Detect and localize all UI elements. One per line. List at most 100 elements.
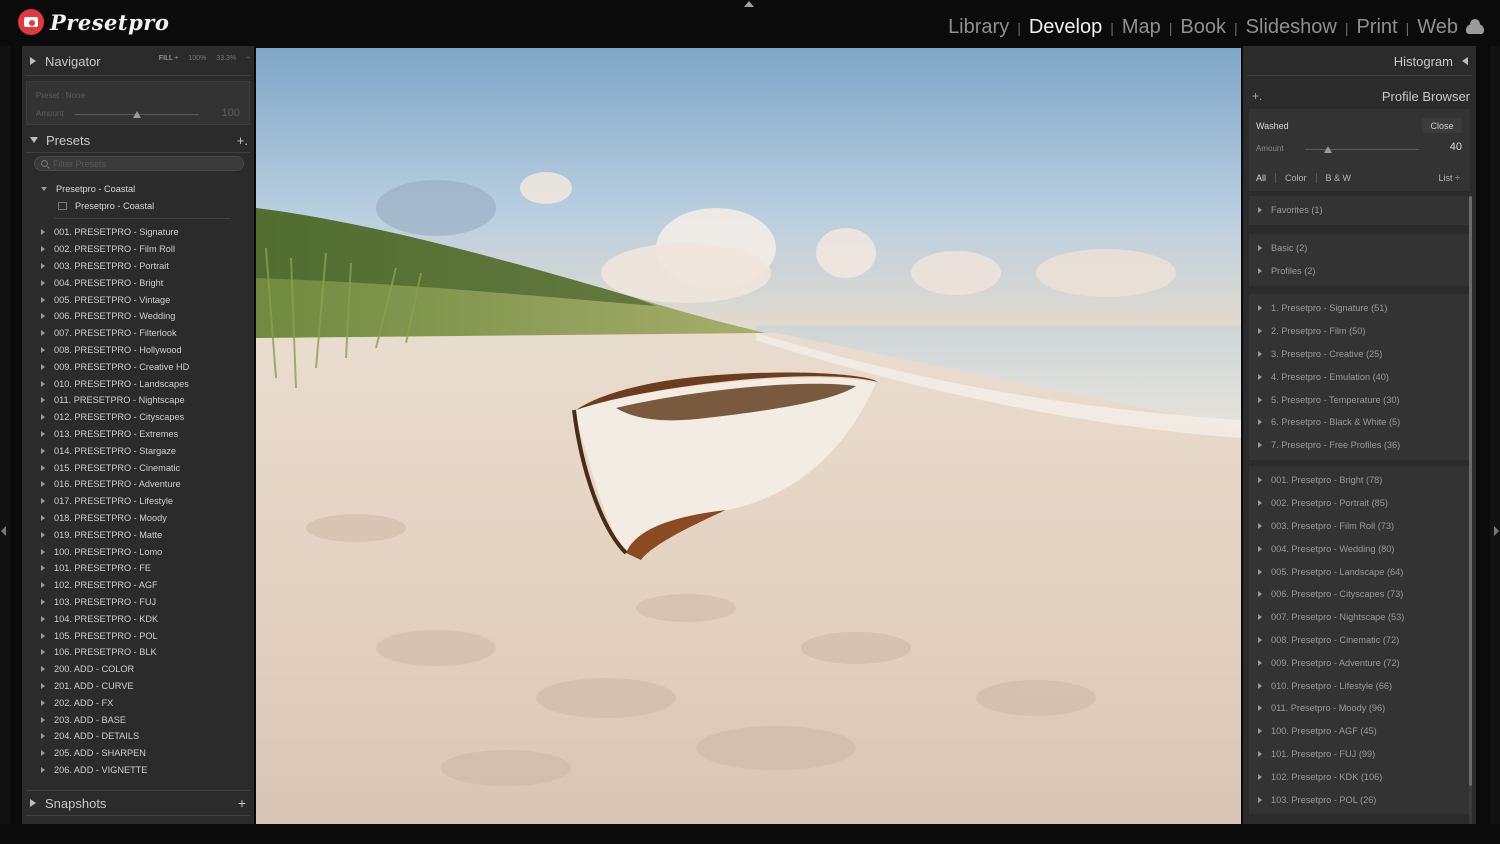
preset-folder[interactable]: 005. PRESETPRO - Vintage xyxy=(22,291,254,308)
right-panel-edge[interactable] xyxy=(1490,46,1500,824)
profile-group-item[interactable]: 004. Presetpro - Wedding (80) xyxy=(1249,537,1470,560)
zoom-more[interactable]: ÷ xyxy=(246,55,250,62)
preset-folder[interactable]: 104. PRESETPRO - KDK xyxy=(22,610,254,627)
module-slideshow[interactable]: Slideshow xyxy=(1246,16,1337,39)
preset-folder[interactable]: 201. ADD - CURVE xyxy=(22,678,254,695)
scrollbar[interactable] xyxy=(1469,196,1472,836)
tab-color[interactable]: Color xyxy=(1285,173,1307,183)
preset-folder[interactable]: 103. PRESETPRO - FUJ xyxy=(22,594,254,611)
profile-group-item[interactable]: 5. Presetpro - Temperature (30) xyxy=(1249,388,1470,411)
preset-folder[interactable]: 002. PRESETPRO - Film Roll xyxy=(22,241,254,258)
preset-folder[interactable]: 009. PRESETPRO - Creative HD xyxy=(22,358,254,375)
preset-folder[interactable]: 205. ADD - SHARPEN xyxy=(22,745,254,762)
filter-presets-input[interactable] xyxy=(53,158,233,169)
preset-folder[interactable]: 013. PRESETPRO - Extremes xyxy=(22,426,254,443)
preset-folder[interactable]: 011. PRESETPRO - Nightscape xyxy=(22,392,254,409)
profile-group-item[interactable]: 2. Presetpro - Film (50) xyxy=(1249,320,1470,343)
preset-folder[interactable]: 018. PRESETPRO - Moody xyxy=(22,510,254,527)
module-library[interactable]: Library xyxy=(948,16,1009,39)
snapshots-header[interactable]: Snapshots + xyxy=(22,790,254,816)
right-panel: Histogram +. Profile Browser Washed Clos… xyxy=(1243,46,1476,836)
preset-folder[interactable]: 106. PRESETPRO - BLK xyxy=(22,644,254,661)
profile-group-item[interactable]: 002. Presetpro - Portrait (85) xyxy=(1249,492,1470,515)
profile-group-item[interactable]: 4. Presetpro - Emulation (40) xyxy=(1249,365,1470,388)
preset-folder[interactable]: 003. PRESETPRO - Portrait xyxy=(22,258,254,275)
module-web[interactable]: Web xyxy=(1417,16,1458,39)
preset-folder-label: 003. PRESETPRO - Portrait xyxy=(54,260,169,271)
preset-folder[interactable]: 012. PRESETPRO - Cityscapes xyxy=(22,409,254,426)
collapse-top-panel-icon[interactable] xyxy=(744,1,754,7)
preset-folder[interactable]: 203. ADD - BASE xyxy=(22,711,254,728)
profile-group-item[interactable]: 7. Presetpro - Free Profiles (36) xyxy=(1249,434,1470,457)
preset-folder[interactable]: 100. PRESETPRO - Lomo xyxy=(22,543,254,560)
profile-group-item[interactable]: Favorites (1) xyxy=(1249,199,1470,222)
profile-group-item[interactable]: 008. Presetpro - Cinematic (72) xyxy=(1249,629,1470,652)
add-preset-button[interactable]: +. xyxy=(237,133,248,148)
preset-folder[interactable]: 008. PRESETPRO - Hollywood xyxy=(22,342,254,359)
cloud-sync-icon[interactable] xyxy=(1466,19,1484,34)
tab-all[interactable]: All xyxy=(1256,173,1266,183)
profile-amount-track[interactable] xyxy=(1305,149,1419,150)
view-mode-select[interactable]: List ÷ xyxy=(1439,173,1460,183)
preset-folder[interactable]: 101. PRESETPRO - FE xyxy=(22,560,254,577)
preset-folder[interactable]: 202. ADD - FX xyxy=(22,694,254,711)
profile-group-item[interactable]: 100. Presetpro - AGF (45) xyxy=(1249,720,1470,743)
preset-folder[interactable]: 006. PRESETPRO - Wedding xyxy=(22,308,254,325)
profile-group-item[interactable]: 010. Presetpro - Lifestyle (66) xyxy=(1249,674,1470,697)
zoom-33[interactable]: 33.3% xyxy=(216,55,236,62)
profile-group-label: 001. Presetpro - Bright (78) xyxy=(1271,475,1383,486)
presets-header[interactable]: Presets +. xyxy=(22,127,254,153)
zoom-fill[interactable]: FILL ÷ xyxy=(159,55,179,62)
profile-amount-knob[interactable] xyxy=(1323,146,1332,153)
profile-group-item[interactable]: 003. Presetpro - Film Roll (73) xyxy=(1249,515,1470,538)
add-profile-button[interactable]: +. xyxy=(1252,89,1262,103)
left-panel-edge[interactable] xyxy=(0,46,10,824)
profile-group-item[interactable]: Profiles (2) xyxy=(1249,260,1470,283)
preset-folder[interactable]: 016. PRESETPRO - Adventure xyxy=(22,476,254,493)
module-book[interactable]: Book xyxy=(1180,16,1226,39)
profile-group-item[interactable]: 1. Presetpro - Signature (51) xyxy=(1249,297,1470,320)
histogram-header[interactable]: Histogram xyxy=(1243,48,1476,74)
zoom-100[interactable]: 100% xyxy=(188,55,206,62)
add-snapshot-button[interactable]: + xyxy=(238,795,246,811)
profile-group-item[interactable]: 101. Presetpro - FUJ (99) xyxy=(1249,743,1470,766)
photo-canvas[interactable] xyxy=(256,48,1241,824)
amount-slider-knob[interactable] xyxy=(133,111,141,118)
scrollbar-thumb[interactable] xyxy=(1469,196,1472,786)
preset-folder[interactable]: 007. PRESETPRO - Filterlook xyxy=(22,325,254,342)
profile-group-item[interactable]: 007. Presetpro - Nightscape (53) xyxy=(1249,606,1470,629)
filter-presets-field[interactable] xyxy=(34,156,244,171)
profile-group-item[interactable]: 005. Presetpro - Landscape (64) xyxy=(1249,560,1470,583)
preset-folder[interactable]: 200. ADD - COLOR xyxy=(22,661,254,678)
preset-folder[interactable]: 001. PRESETPRO - Signature xyxy=(22,224,254,241)
preset-folder[interactable]: 004. PRESETPRO - Bright xyxy=(22,274,254,291)
collapse-left-icon[interactable] xyxy=(1,526,6,536)
profile-group-item[interactable]: 103. Presetpro - POL (26) xyxy=(1249,788,1470,811)
module-print[interactable]: Print xyxy=(1356,16,1397,39)
preset-folder[interactable]: 204. ADD - DETAILS xyxy=(22,728,254,745)
module-develop[interactable]: Develop xyxy=(1029,16,1102,39)
preset-folder[interactable]: 206. ADD - VIGNETTE xyxy=(22,762,254,779)
preset-folder[interactable]: 105. PRESETPRO - POL xyxy=(22,627,254,644)
profile-group-item[interactable]: Basic (2) xyxy=(1249,237,1470,260)
close-button[interactable]: Close xyxy=(1422,118,1462,133)
preset-folder[interactable]: 010. PRESETPRO - Landscapes xyxy=(22,375,254,392)
preset-folder[interactable]: 014. PRESETPRO - Stargaze xyxy=(22,442,254,459)
preset-folder[interactable]: 017. PRESETPRO - Lifestyle xyxy=(22,493,254,510)
profile-group-item[interactable]: 6. Presetpro - Black & White (5) xyxy=(1249,411,1470,434)
profile-group-item[interactable]: 011. Presetpro - Moody (96) xyxy=(1249,697,1470,720)
collapse-right-icon[interactable] xyxy=(1494,526,1499,536)
preset-folder[interactable]: 019. PRESETPRO - Matte xyxy=(22,526,254,543)
profile-group-item[interactable]: 006. Presetpro - Cityscapes (73) xyxy=(1249,583,1470,606)
preset-group-open[interactable]: Presetpro - Coastal xyxy=(22,180,254,197)
profile-group-item[interactable]: 001. Presetpro - Bright (78) xyxy=(1249,469,1470,492)
tab-bw[interactable]: B & W xyxy=(1326,173,1352,183)
profile-group-item[interactable]: 3. Presetpro - Creative (25) xyxy=(1249,343,1470,366)
profile-group-item[interactable]: 009. Presetpro - Adventure (72) xyxy=(1249,651,1470,674)
preset-folder[interactable]: 015. PRESETPRO - Cinematic xyxy=(22,459,254,476)
profile-group-item[interactable]: 102. Presetpro - KDK (106) xyxy=(1249,765,1470,788)
preset-item-selected[interactable]: Presetpro - Coastal xyxy=(22,197,254,214)
preset-folder[interactable]: 102. PRESETPRO - AGF xyxy=(22,577,254,594)
module-map[interactable]: Map xyxy=(1122,16,1161,39)
collapse-histogram-icon[interactable] xyxy=(1462,57,1468,65)
